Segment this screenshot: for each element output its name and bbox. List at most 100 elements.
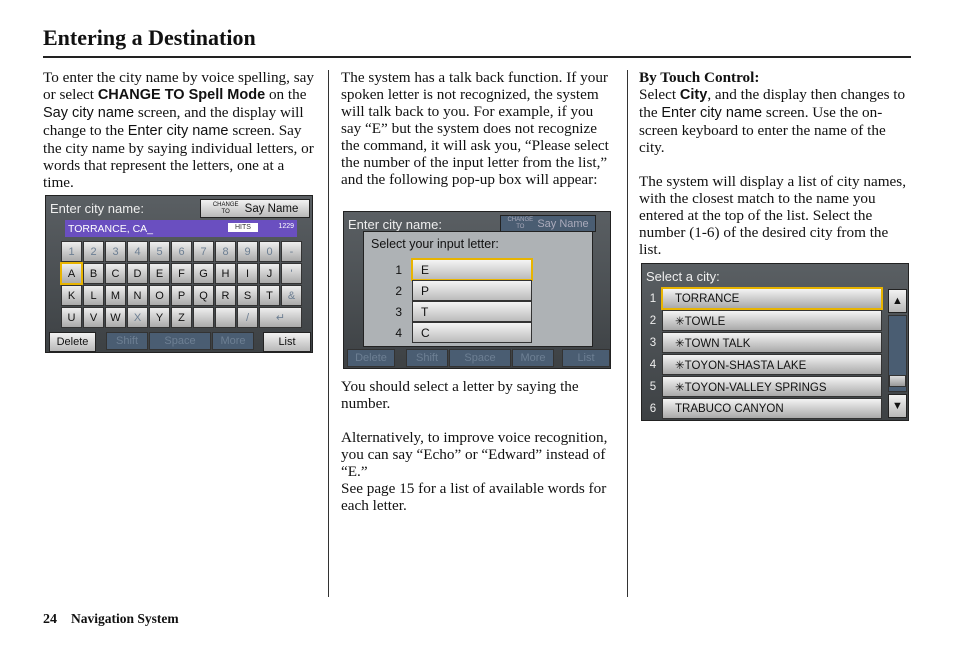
- key-G[interactable]: G: [193, 263, 214, 284]
- shift-button[interactable]: Shift: [106, 332, 148, 350]
- key-&[interactable]: &: [281, 285, 302, 306]
- key-R[interactable]: R: [215, 285, 236, 306]
- key-'[interactable]: ': [281, 263, 302, 284]
- city-number: 4: [649, 358, 657, 371]
- key-blank[interactable]: [193, 307, 214, 328]
- city-list-item[interactable]: 2 ✳TOWLE: [644, 310, 882, 331]
- say-name-label: Say Name: [537, 217, 589, 230]
- key-I[interactable]: I: [237, 263, 258, 284]
- key-E[interactable]: E: [149, 263, 170, 284]
- city-number: 1: [649, 292, 657, 305]
- key-W[interactable]: W: [105, 307, 126, 328]
- key-M[interactable]: M: [105, 285, 126, 306]
- key-H[interactable]: H: [215, 263, 236, 284]
- list-button[interactable]: List: [562, 349, 610, 367]
- change-to-say-name-button[interactable]: CHANGE TO Say Name: [200, 199, 310, 218]
- letter-option[interactable]: 2P: [382, 280, 532, 301]
- key-D[interactable]: D: [127, 263, 148, 284]
- delete-button[interactable]: Delete: [49, 332, 96, 352]
- paragraph: The system has a talk back function. If …: [341, 69, 609, 188]
- key-9[interactable]: 9: [237, 241, 258, 262]
- screen-name: Enter city name: [661, 105, 763, 121]
- key-6[interactable]: 6: [171, 241, 192, 262]
- city-name[interactable]: ✳TOWN TALK: [662, 332, 882, 353]
- key-/[interactable]: /: [237, 307, 258, 328]
- key-7[interactable]: 7: [193, 241, 214, 262]
- key-0[interactable]: 0: [259, 241, 280, 262]
- scrollbar-thumb[interactable]: [889, 375, 906, 387]
- letter-option[interactable]: 4C: [382, 322, 532, 343]
- screen-name: Say city name: [43, 105, 135, 121]
- space-button[interactable]: Space: [449, 349, 511, 367]
- key-B[interactable]: B: [83, 263, 104, 284]
- option-letter[interactable]: T: [412, 301, 532, 322]
- more-button[interactable]: More: [212, 332, 254, 350]
- city-list-item[interactable]: 1 TORRANCE: [644, 287, 883, 310]
- city-name-input[interactable]: TORRANCE, CA_ HITS 1229: [65, 220, 297, 237]
- screen-title: Enter city name:: [348, 217, 442, 232]
- key-N[interactable]: N: [127, 285, 148, 306]
- option-letter[interactable]: C: [412, 322, 532, 343]
- change-to-label: CHANGE TO: [507, 216, 534, 230]
- key-4[interactable]: 4: [127, 241, 148, 262]
- key-P[interactable]: P: [171, 285, 192, 306]
- key-↵[interactable]: ↵: [259, 307, 302, 328]
- city-name[interactable]: ✳TOYON-VALLEY SPRINGS: [662, 376, 882, 397]
- keyboard: 1 2 3 4 5 6 7 8 9 0- A B C D E F G H I J ' K L M N O P Q R S T & U V W X Y Z /…: [60, 241, 302, 328]
- hits-label: HITS: [228, 223, 258, 232]
- key-O[interactable]: O: [149, 285, 170, 306]
- city-name[interactable]: ✳TOWLE: [662, 310, 882, 331]
- key-U[interactable]: U: [61, 307, 82, 328]
- shift-button[interactable]: Shift: [406, 349, 448, 367]
- delete-button[interactable]: Delete: [347, 349, 395, 367]
- key-blank[interactable]: [215, 307, 236, 328]
- change-to-say-name-button[interactable]: CHANGE TO Say Name: [500, 215, 596, 232]
- letter-option[interactable]: 3T: [382, 301, 532, 322]
- select-a-city-screen: Select a city: 1 TORRANCE 2 ✳TOWLE 3 ✳TOWN TA…: [641, 263, 909, 421]
- space-button[interactable]: Space: [149, 332, 211, 350]
- key-J[interactable]: J: [259, 263, 280, 284]
- command-text: CHANGE TO Spell Mode: [97, 87, 266, 103]
- city-list-item[interactable]: 4 ✳TOYON-SHASTA LAKE: [644, 354, 882, 375]
- city-name[interactable]: TRABUCO CANYON: [662, 398, 882, 419]
- key-3[interactable]: 3: [105, 241, 126, 262]
- key-F[interactable]: F: [171, 263, 192, 284]
- section-name: Navigation System: [71, 611, 179, 626]
- key-Z[interactable]: Z: [171, 307, 192, 328]
- intro-paragraph: To enter the city name by voice spelling…: [43, 69, 315, 191]
- city-list-item[interactable]: 6 TRABUCO CANYON: [644, 398, 882, 419]
- letter-option[interactable]: 1E: [382, 258, 533, 281]
- key-X[interactable]: X: [127, 307, 148, 328]
- city-name[interactable]: ✳TOYON-SHASTA LAKE: [662, 354, 882, 375]
- city-list-item[interactable]: 5 ✳TOYON-VALLEY SPRINGS: [644, 376, 882, 397]
- key-C[interactable]: C: [105, 263, 126, 284]
- column-2: The system has a talk back function. If …: [341, 69, 613, 205]
- key-S[interactable]: S: [237, 285, 258, 306]
- scroll-down-button[interactable]: ▼: [888, 394, 907, 418]
- city-name[interactable]: TORRANCE: [661, 287, 883, 310]
- key-8[interactable]: 8: [215, 241, 236, 262]
- key-1[interactable]: 1: [61, 241, 82, 262]
- key-Y[interactable]: Y: [149, 307, 170, 328]
- city-number: 6: [649, 402, 657, 415]
- key-K[interactable]: K: [61, 285, 82, 306]
- key-Q[interactable]: Q: [193, 285, 214, 306]
- key-T[interactable]: T: [259, 285, 280, 306]
- key-V[interactable]: V: [83, 307, 104, 328]
- key-2[interactable]: 2: [83, 241, 104, 262]
- paragraph: See page 15 for a list of available word…: [341, 480, 607, 514]
- list-button[interactable]: List: [263, 332, 311, 352]
- key-L[interactable]: L: [83, 285, 104, 306]
- option-letter[interactable]: E: [411, 258, 533, 281]
- option-letter[interactable]: P: [412, 280, 532, 301]
- key--[interactable]: -: [281, 241, 302, 262]
- key-A[interactable]: A: [60, 262, 83, 285]
- key-5[interactable]: 5: [149, 241, 170, 262]
- scrollbar-track[interactable]: [888, 315, 907, 392]
- popup-title: Select your input letter:: [371, 237, 499, 251]
- column-2-lower: You should select a letter by saying the…: [341, 378, 613, 514]
- hits-count: 1229: [278, 223, 294, 230]
- scroll-up-button[interactable]: ▲: [888, 289, 907, 313]
- city-list-item[interactable]: 3 ✳TOWN TALK: [644, 332, 882, 353]
- more-button[interactable]: More: [512, 349, 554, 367]
